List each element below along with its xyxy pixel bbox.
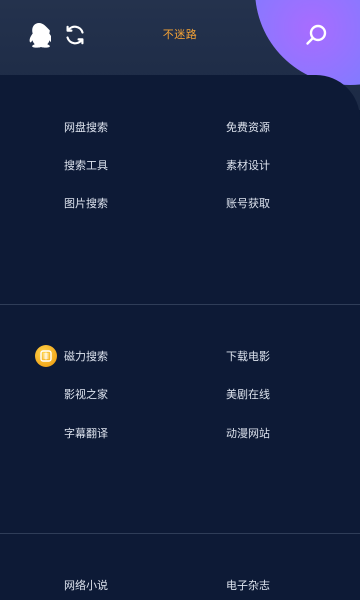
link-material-design[interactable]: 素材设计 <box>226 159 270 173</box>
link-cloud-disk-search[interactable]: 网盘搜索 <box>64 121 108 135</box>
link-us-drama-online[interactable]: 美剧在线 <box>226 388 270 402</box>
section-divider <box>0 533 360 534</box>
content-panel <box>0 75 360 600</box>
link-free-resources[interactable]: 免费资源 <box>226 121 270 135</box>
link-e-magazines[interactable]: 电子杂志 <box>226 579 270 593</box>
link-anime-sites[interactable]: 动漫网站 <box>226 427 270 441</box>
link-movie-home[interactable]: 影视之家 <box>64 388 108 402</box>
link-magnet-search[interactable]: 磁力搜索 <box>64 350 108 364</box>
link-download-movies[interactable]: 下载电影 <box>226 350 270 364</box>
link-web-novels[interactable]: 网络小说 <box>64 579 108 593</box>
app-screen: 不迷路 网盘搜索 免费资源 搜索工具 素材设计 图片搜索 账号获取 磁力搜索 下… <box>0 0 360 600</box>
search-icon[interactable] <box>303 22 329 48</box>
link-subtitle-translation[interactable]: 字幕翻译 <box>64 427 108 441</box>
link-account-acquire[interactable]: 账号获取 <box>226 197 270 211</box>
link-image-search[interactable]: 图片搜索 <box>64 197 108 211</box>
section-divider <box>0 304 360 305</box>
link-search-tools[interactable]: 搜索工具 <box>64 159 108 173</box>
magnet-coin-icon <box>35 345 57 367</box>
